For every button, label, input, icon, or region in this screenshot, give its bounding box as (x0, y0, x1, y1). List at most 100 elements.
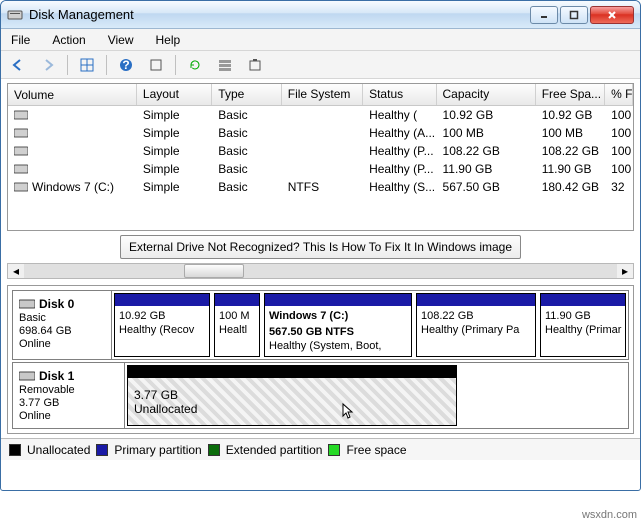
partition-status: Healtl (215, 324, 259, 340)
disk-icon (19, 370, 35, 382)
legend-label: Extended partition (226, 443, 323, 457)
watermark: wsxdn.com (582, 509, 637, 521)
disk-status: Online (19, 337, 105, 350)
disk-row[interactable]: Disk 1 Removable 3.77 GB Online 3.77 GB … (12, 362, 629, 429)
forward-button[interactable] (37, 54, 59, 76)
cell-pct: 100 (605, 162, 633, 176)
partition-size: 10.92 GB (115, 306, 209, 324)
legend-label: Unallocated (27, 443, 90, 457)
notice-bar: External Drive Not Recognized? This Is H… (1, 231, 640, 261)
volume-row[interactable]: SimpleBasicHealthy (P...11.90 GB11.90 GB… (8, 160, 633, 178)
volume-row[interactable]: SimpleBasicHealthy (P...108.22 GB108.22 … (8, 142, 633, 160)
cell-type: Basic (212, 180, 281, 194)
partition-size: 11.90 GB (541, 306, 625, 324)
toolbar: ? (1, 51, 640, 79)
cell-free: 11.90 GB (536, 162, 605, 176)
partition[interactable]: 11.90 GBHealthy (Primar (540, 293, 626, 357)
partition[interactable]: 100 MHealtl (214, 293, 260, 357)
partition-size: 3.77 GB (134, 388, 450, 402)
col-header-layout[interactable]: Layout (137, 84, 212, 105)
volume-row[interactable]: SimpleBasicHealthy (10.92 GB10.92 GB100 (8, 106, 633, 124)
notice-button[interactable]: External Drive Not Recognized? This Is H… (120, 235, 521, 259)
refresh-icon[interactable] (184, 54, 206, 76)
back-button[interactable] (7, 54, 29, 76)
menu-action[interactable]: Action (48, 31, 89, 49)
partition-unallocated[interactable]: 3.77 GB Unallocated (127, 365, 457, 426)
menu-help[interactable]: Help (152, 31, 185, 49)
cell-pct: 100 (605, 126, 633, 140)
partition[interactable]: 10.92 GBHealthy (Recov (114, 293, 210, 357)
partition[interactable]: 108.22 GBHealthy (Primary Pa (416, 293, 536, 357)
col-header-capacity[interactable]: Capacity (437, 84, 536, 105)
partition-row: 10.92 GBHealthy (Recov100 MHealtlWindows… (112, 291, 628, 359)
minimize-button[interactable] (530, 6, 558, 24)
scroll-right-icon[interactable]: ▸ (617, 264, 633, 278)
volume-list: Volume Layout Type File System Status Ca… (7, 83, 634, 231)
legend-swatch-unallocated (9, 444, 21, 456)
partition-status: Healthy (Primar (541, 324, 625, 340)
cell-type: Basic (212, 144, 281, 158)
cell-capacity: 11.90 GB (437, 162, 536, 176)
window-title: Disk Management (29, 7, 528, 22)
toolbar-separator (67, 55, 68, 75)
volume-row[interactable]: Windows 7 (C:)SimpleBasicNTFSHealthy (S.… (8, 178, 633, 196)
cell-pct: 100 (605, 144, 633, 158)
cell-pct: 32 (605, 180, 633, 194)
volume-row[interactable]: SimpleBasicHealthy (A...100 MB100 MB100 (8, 124, 633, 142)
col-header-free[interactable]: Free Spa... (536, 84, 605, 105)
menubar: File Action View Help (1, 29, 640, 51)
scroll-track[interactable] (24, 264, 617, 278)
cell-layout: Simple (137, 180, 212, 194)
cell-layout: Simple (137, 162, 212, 176)
disk-row[interactable]: Disk 0 Basic 698.64 GB Online 10.92 GBHe… (12, 290, 629, 360)
partition-color-bar (215, 294, 259, 306)
partition-color-bar (541, 294, 625, 306)
cell-status: Healthy ( (363, 108, 436, 122)
disk-name: Disk 0 (39, 297, 74, 311)
partition-color-bar (265, 294, 411, 306)
cell-type: Basic (212, 162, 281, 176)
close-button[interactable] (590, 6, 634, 24)
cell-type: Basic (212, 126, 281, 140)
disk-name: Disk 1 (39, 369, 74, 383)
maximize-button[interactable] (560, 6, 588, 24)
legend-label: Primary partition (114, 443, 201, 457)
legend: Unallocated Primary partition Extended p… (1, 438, 640, 460)
col-header-pct[interactable]: % F (605, 84, 633, 105)
menu-file[interactable]: File (7, 31, 34, 49)
toolbar-icon[interactable] (145, 54, 167, 76)
volume-list-header[interactable]: Volume Layout Type File System Status Ca… (8, 84, 633, 106)
disk-info[interactable]: Disk 0 Basic 698.64 GB Online (13, 291, 112, 359)
disk-info[interactable]: Disk 1 Removable 3.77 GB Online (13, 363, 125, 428)
col-header-filesystem[interactable]: File System (282, 84, 363, 105)
titlebar[interactable]: Disk Management (1, 1, 640, 29)
scroll-left-icon[interactable]: ◂ (8, 264, 24, 278)
cell-pct: 100 (605, 108, 633, 122)
horizontal-scrollbar[interactable]: ◂ ▸ (7, 263, 634, 279)
volume-icon (14, 128, 28, 138)
toolbar-list-icon[interactable] (214, 54, 236, 76)
toolbar-view-icon[interactable] (76, 54, 98, 76)
toolbar-settings-icon[interactable] (244, 54, 266, 76)
svg-text:?: ? (122, 58, 129, 72)
toolbar-separator (106, 55, 107, 75)
cell-layout: Simple (137, 126, 212, 140)
cell-capacity: 567.50 GB (437, 180, 536, 194)
col-header-type[interactable]: Type (212, 84, 281, 105)
cell-type: Basic (212, 108, 281, 122)
help-icon[interactable]: ? (115, 54, 137, 76)
partition[interactable]: Windows 7 (C:)567.50 GB NTFSHealthy (Sys… (264, 293, 412, 357)
window-root: Disk Management File Action View Help ? … (0, 0, 641, 491)
partition-size: 108.22 GB (417, 306, 535, 324)
cell-capacity: 10.92 GB (437, 108, 536, 122)
partition-status: Healthy (Primary Pa (417, 324, 535, 340)
menu-view[interactable]: View (104, 31, 138, 49)
volume-icon (14, 110, 28, 120)
cell-layout: Simple (137, 144, 212, 158)
col-header-volume[interactable]: Volume (8, 84, 137, 105)
legend-label: Free space (346, 443, 406, 457)
scroll-thumb[interactable] (184, 264, 244, 278)
cell-fs: NTFS (282, 180, 363, 194)
partition-row: 3.77 GB Unallocated (125, 363, 628, 428)
col-header-status[interactable]: Status (363, 84, 436, 105)
